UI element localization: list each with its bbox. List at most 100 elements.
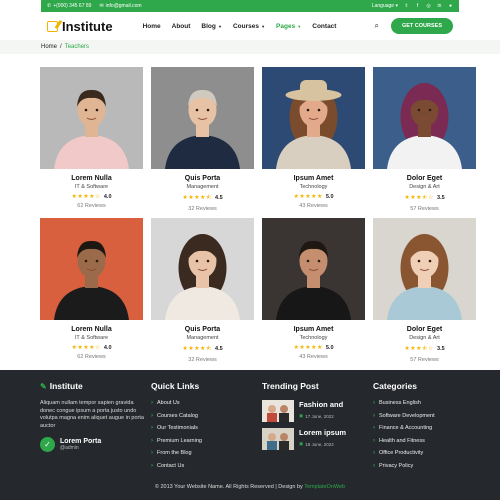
- teacher-photo[interactable]: [373, 67, 476, 169]
- chevron-right-icon: ›: [151, 412, 153, 419]
- teacher-name[interactable]: Dolor Eget: [373, 175, 476, 182]
- language-dropdown[interactable]: Language ▾: [372, 3, 398, 9]
- teacher-photo[interactable]: [373, 218, 476, 320]
- star-rating-icon: ★★★★★: [293, 194, 323, 200]
- teacher-card[interactable]: Lorem Nulla IT & Software ★★★★☆ 4.0 62 Revie…: [40, 218, 143, 360]
- nav-item-home[interactable]: Home: [143, 23, 161, 30]
- nav-item-pages[interactable]: Pages ▼: [276, 23, 301, 30]
- nav-item-courses[interactable]: Courses ▼: [233, 23, 265, 30]
- teacher-card[interactable]: Dolor Eget Design & Art ★★★⯪☆ 3.5 57 Reviews: [373, 67, 476, 212]
- teacher-name[interactable]: Dolor Eget: [373, 326, 476, 333]
- category-link[interactable]: › Privacy Policy: [373, 463, 435, 469]
- main-navbar: Institute Home About Blog ▼ Courses ▼ Pages …: [41, 12, 459, 40]
- teacher-reviews: 57 Reviews: [410, 206, 439, 212]
- star-rating-icon: ★★★★⯪: [182, 346, 213, 352]
- calendar-icon: ▣: [299, 441, 304, 446]
- credit-link[interactable]: TemplateOnWeb: [304, 484, 345, 490]
- teacher-name[interactable]: Lorem Nulla: [40, 175, 143, 182]
- teacher-photo[interactable]: [40, 218, 143, 320]
- twitter-icon[interactable]: 𝕥: [404, 3, 409, 9]
- star-rating-icon: ★★★★⯪: [182, 195, 213, 201]
- teacher-card[interactable]: Lorem Nulla IT & Software ★★★★☆ 4.0 62 Revie…: [40, 67, 143, 209]
- footer: ✎ Institute Aliquam nullam tempor sapien …: [0, 370, 500, 500]
- chevron-right-icon: ›: [373, 425, 375, 431]
- facebook-icon[interactable]: f: [415, 3, 420, 9]
- post-date: 19 June, 2022: [305, 441, 334, 447]
- breadcrumb-home[interactable]: Home: [41, 44, 57, 50]
- teacher-name[interactable]: Quis Porta: [151, 326, 254, 333]
- teacher-name[interactable]: Lorem Nulla: [40, 326, 143, 333]
- star-rating-icon: ★★★★☆: [71, 345, 101, 351]
- teacher-card[interactable]: Quis Porta Management ★★★★⯪ 4.5 32 Reviews: [151, 67, 254, 212]
- teacher-reviews: 62 Reviews: [77, 354, 106, 360]
- teacher-role: Design & Art: [409, 184, 440, 190]
- caret-down-icon: ▼: [296, 23, 302, 29]
- quick-link[interactable]: › Contact Us: [151, 463, 202, 469]
- teacher-card[interactable]: Ipsum Amet Technology ★★★★★ 5.0 43 Reviews: [262, 218, 365, 360]
- teacher-reviews: 62 Reviews: [77, 203, 106, 209]
- calendar-icon: ▣: [299, 413, 304, 418]
- footer-trending: Trending Post Fashion and ▣ 17 June, 2022 L…: [262, 381, 346, 456]
- teacher-name[interactable]: Ipsum Amet: [262, 175, 365, 182]
- trending-post[interactable]: Fashion and ▣ 17 June, 2022: [262, 400, 346, 422]
- avatar: ✓: [40, 437, 55, 452]
- top-bar: ✆ +(000) 345 67 89 ✉ info@gmail.com Langua…: [41, 0, 459, 12]
- teacher-name[interactable]: Quis Porta: [151, 175, 254, 182]
- linkedin-icon[interactable]: in: [437, 3, 442, 9]
- footer-categories: Categories › Business English › Software De…: [373, 381, 435, 469]
- quick-link[interactable]: › Premium Learning: [151, 438, 202, 444]
- category-link[interactable]: › Software Development: [373, 413, 435, 419]
- star-rating-icon: ★★★★☆: [71, 194, 101, 200]
- post-thumbnail[interactable]: [262, 400, 294, 422]
- teacher-role: Technology: [299, 184, 328, 190]
- nav-item-about[interactable]: About: [172, 23, 191, 30]
- quick-link[interactable]: › About Us: [151, 400, 202, 406]
- chevron-right-icon: ›: [373, 412, 375, 419]
- teacher-card[interactable]: Ipsum Amet Technology ★★★★★ 5.0 43 Reviews: [262, 67, 365, 209]
- teacher-photo[interactable]: [40, 67, 143, 169]
- phone-icon: ✆: [47, 3, 52, 9]
- teacher-rating: ★★★⯪☆ 3.5: [404, 195, 445, 201]
- teacher-rating: ★★★★★ 5.0: [293, 344, 334, 352]
- chevron-right-icon: ›: [373, 450, 375, 456]
- chevron-right-icon: ›: [373, 437, 375, 444]
- teacher-role: Design & Art: [409, 335, 440, 341]
- teacher-reviews: 32 Reviews: [188, 357, 217, 363]
- teacher-name[interactable]: Ipsum Amet: [262, 326, 365, 333]
- teacher-card[interactable]: Dolor Eget Design & Art ★★★⯪☆ 3.5 57 Reviews: [373, 218, 476, 363]
- nav-item-contact[interactable]: Contact: [312, 23, 336, 30]
- teacher-photo[interactable]: [262, 67, 365, 169]
- teacher-reviews: 57 Reviews: [410, 357, 439, 363]
- chevron-right-icon: ›: [151, 462, 153, 469]
- quick-link[interactable]: › From the Blog: [151, 450, 202, 456]
- pinterest-icon[interactable]: ●: [448, 3, 453, 9]
- teacher-card[interactable]: Quis Porta Management ★★★★⯪ 4.5 32 Reviews: [151, 218, 254, 363]
- star-rating-icon: ★★★⯪☆: [404, 195, 435, 201]
- brand-logo[interactable]: Institute: [47, 19, 113, 34]
- category-link[interactable]: › Office Productivity: [373, 450, 435, 456]
- category-link[interactable]: › Finance & Accounting: [373, 425, 435, 431]
- email-contact[interactable]: ✉ info@gmail.com: [99, 3, 141, 9]
- quick-link[interactable]: › Courses Catalog: [151, 413, 202, 419]
- teacher-photo[interactable]: [151, 218, 254, 320]
- teacher-role: IT & Software: [74, 335, 109, 341]
- category-link[interactable]: › Health and Fitness: [373, 438, 435, 444]
- post-title[interactable]: Fashion and: [299, 400, 343, 409]
- category-link[interactable]: › Business English: [373, 400, 435, 406]
- teacher-photo[interactable]: [151, 67, 254, 169]
- post-title[interactable]: Lorem ipsum: [299, 428, 346, 437]
- instagram-icon[interactable]: ◎: [426, 3, 431, 9]
- nav-menu: Home About Blog ▼ Courses ▼ Pages ▼ Contact: [143, 23, 337, 30]
- get-courses-button[interactable]: GET COURSES: [390, 18, 453, 34]
- quick-link[interactable]: › Our Testimonials: [151, 425, 202, 431]
- star-rating-icon: ★★★★★: [293, 345, 323, 351]
- teacher-photo[interactable]: [262, 218, 365, 320]
- phone-contact[interactable]: ✆ +(000) 345 67 89: [47, 3, 91, 9]
- nav-item-blog[interactable]: Blog ▼: [201, 23, 222, 30]
- footer-about: ✎ Institute Aliquam nullam tempor sapien …: [40, 381, 144, 452]
- teacher-rating: ★★★★⯪ 4.5: [182, 195, 223, 201]
- search-icon[interactable]: ⌕: [374, 21, 378, 31]
- trending-post[interactable]: Lorem ipsum ▣ 19 June, 2022: [262, 428, 346, 450]
- chevron-right-icon: ›: [373, 400, 375, 406]
- post-thumbnail[interactable]: [262, 428, 294, 450]
